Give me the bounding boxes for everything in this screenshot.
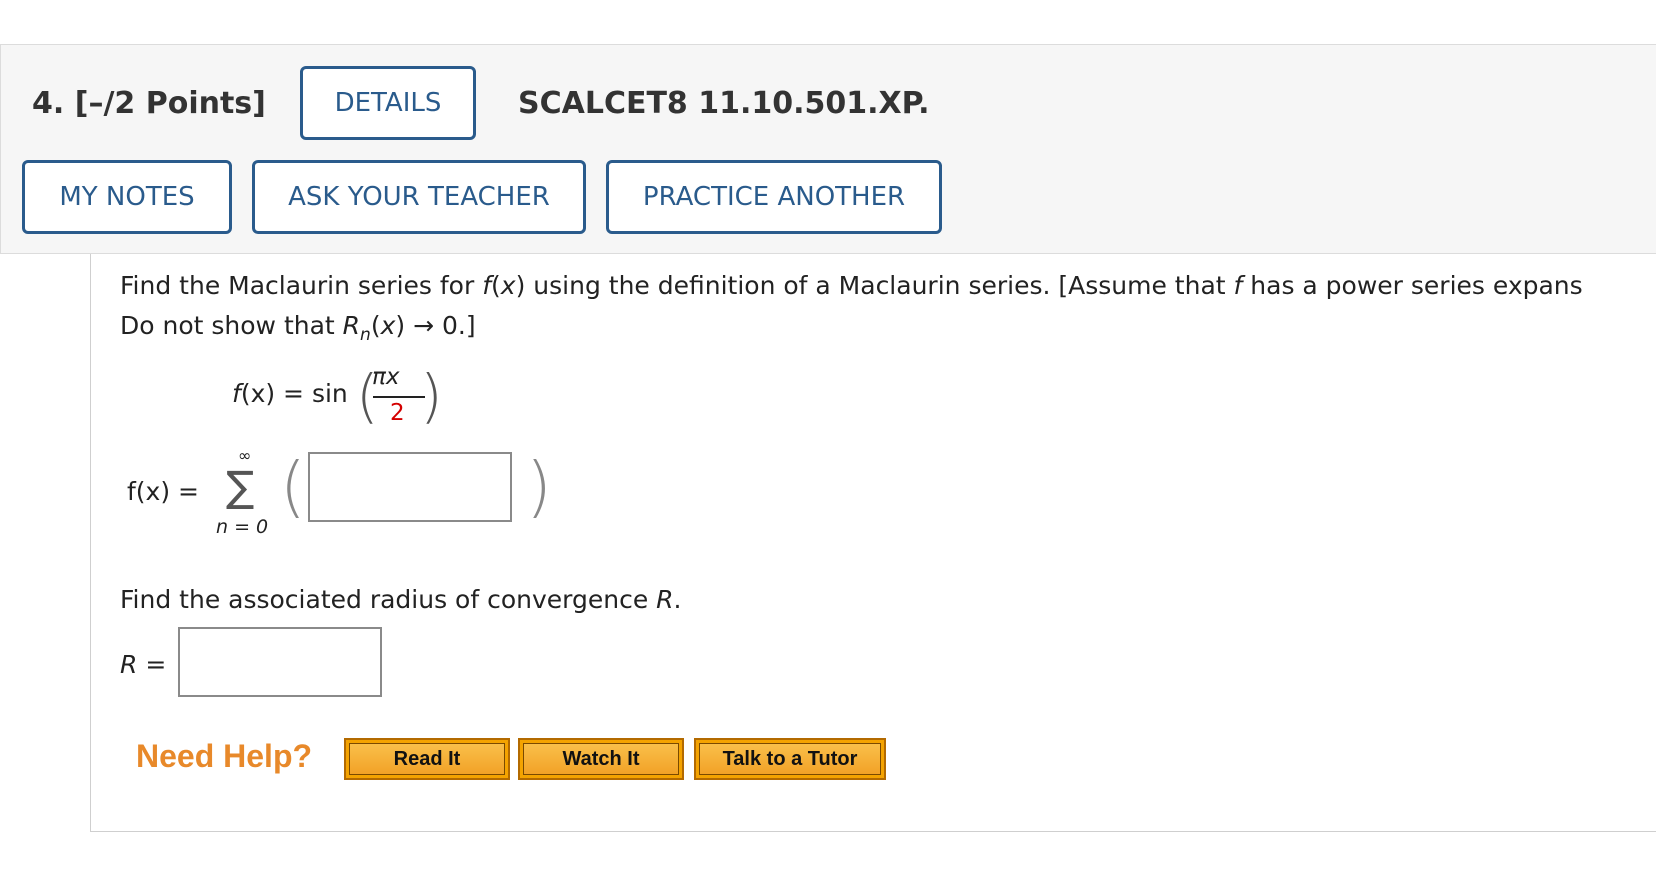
sigma-symbol: ∑ (226, 462, 255, 511)
fraction-bar (373, 396, 425, 398)
radius-label: R = (120, 650, 167, 679)
practice-another-button[interactable]: PRACTICE ANOTHER (606, 160, 942, 234)
watch-it-button[interactable]: Watch It (518, 738, 684, 780)
series-left-paren: ( (280, 448, 306, 525)
series-right-paren: ) (526, 448, 552, 525)
ask-your-teacher-button[interactable]: ASK YOUR TEACHER (252, 160, 586, 234)
read-it-button[interactable]: Read It (344, 738, 510, 780)
radius-prompt: Find the associated radius of convergenc… (120, 585, 682, 614)
details-button[interactable]: DETAILS (300, 66, 476, 140)
need-help-label: Need Help? (136, 738, 313, 774)
my-notes-button[interactable]: MY NOTES (22, 160, 232, 234)
radius-input[interactable] (178, 627, 382, 697)
series-term-input[interactable] (308, 452, 512, 522)
right-paren: ) (420, 362, 443, 430)
question-number: 4. (32, 86, 65, 121)
problem-code: SCALCET8 11.10.501.XP. (518, 86, 930, 121)
fraction-denominator: 2 (390, 400, 405, 426)
problem-statement-line-1: Find the Maclaurin series for f(x) using… (120, 271, 1583, 300)
talk-to-tutor-button[interactable]: Talk to a Tutor (694, 738, 886, 780)
points-label: [–/2 Points] (74, 86, 266, 121)
series-lhs: f(x) = (127, 477, 199, 506)
question-title: 4. [–/2 Points] (32, 86, 266, 121)
fraction-numerator: πx (372, 364, 400, 390)
sum-lower-limit: n = 0 (216, 516, 269, 538)
function-definition: f(x) = sin (232, 379, 348, 408)
problem-statement-line-2: Do not show that Rn(x) → 0.] (120, 311, 476, 345)
